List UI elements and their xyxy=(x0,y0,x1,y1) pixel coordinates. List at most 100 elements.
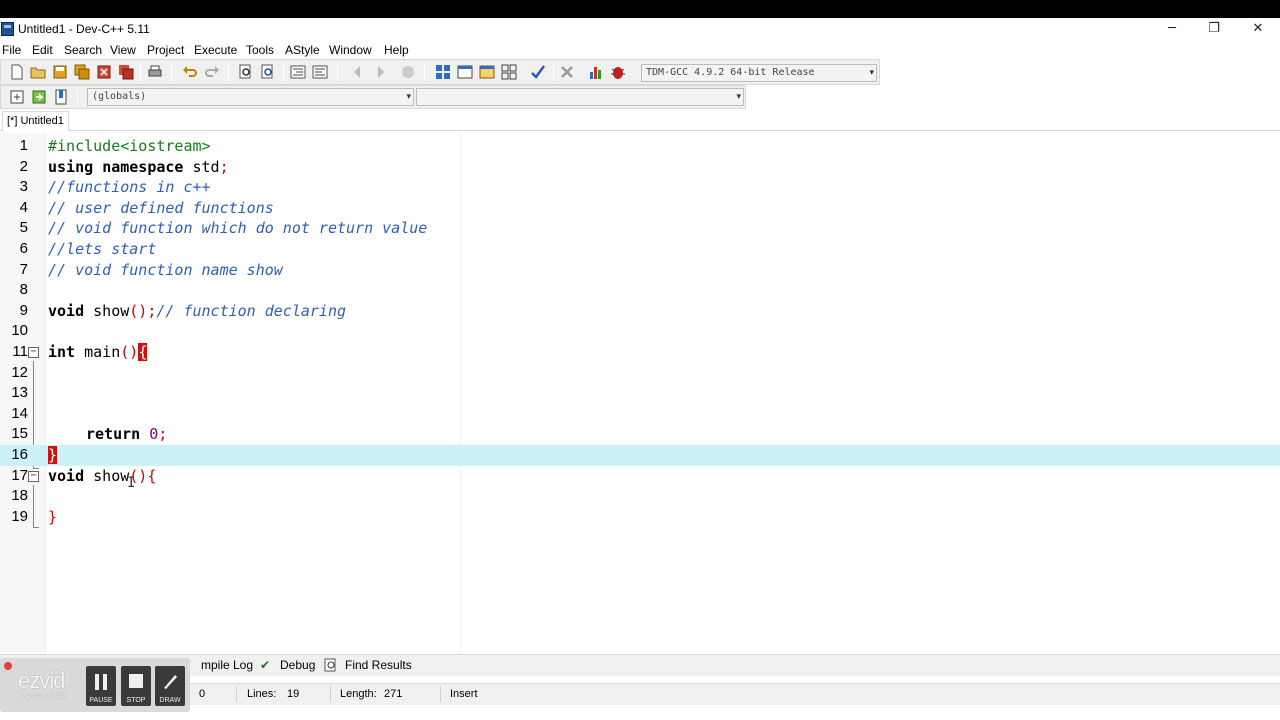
menu-edit[interactable]: Edit xyxy=(32,43,53,57)
chevron-down-icon: ▾ xyxy=(736,92,741,102)
goto-bookmark-icon[interactable] xyxy=(31,89,47,105)
code-line: 2 using namespace std; xyxy=(0,157,1280,178)
fold-collapse-icon[interactable]: − xyxy=(28,470,39,482)
scope-select[interactable]: (globals) ▾ xyxy=(87,88,414,106)
check-icon: ✔ xyxy=(259,658,271,672)
number-literal: 0 xyxy=(149,425,159,444)
debug-icon[interactable] xyxy=(610,64,626,80)
code-line: 10 xyxy=(0,321,1280,342)
identifier: show xyxy=(84,301,130,320)
indent-icon[interactable] xyxy=(290,64,306,80)
symbol: { xyxy=(147,466,157,485)
toolbar-separator xyxy=(337,64,338,81)
line-number: 5 xyxy=(19,219,28,237)
symbol: ; xyxy=(219,157,229,176)
menu-window[interactable]: Window xyxy=(329,43,372,57)
forward-icon[interactable] xyxy=(372,64,388,80)
matched-brace: } xyxy=(48,446,58,464)
goto-icon[interactable] xyxy=(400,64,416,80)
toggle-pane-icon[interactable] xyxy=(479,64,495,80)
code-line: 4 // user defined functions xyxy=(0,198,1280,219)
unindent-icon[interactable] xyxy=(312,64,328,80)
toolbar-separator xyxy=(283,64,284,81)
fold-collapse-icon[interactable]: − xyxy=(28,347,39,358)
close-button[interactable]: ✕ xyxy=(1236,18,1280,40)
grid-icon[interactable] xyxy=(501,64,517,80)
open-project-icon[interactable] xyxy=(30,64,46,80)
function-select[interactable]: ▾ xyxy=(416,88,744,106)
code-line: 15 return 0; xyxy=(0,424,1280,445)
menu-view[interactable]: View xyxy=(110,43,136,57)
tab-debug[interactable]: Debug xyxy=(280,658,315,672)
status-bar: 0 Lines: 19 Length: 271 Insert xyxy=(0,683,1280,705)
code-line: 3 //functions in c++ xyxy=(0,177,1280,198)
comment: //functions in c++ xyxy=(48,178,211,197)
mouse-ibeam-cursor: I xyxy=(127,475,136,491)
code-editor[interactable]: 1 #include<iostream> 2 using namespace s… xyxy=(0,133,1280,653)
find-icon[interactable] xyxy=(238,64,254,80)
symbol: () xyxy=(120,343,139,361)
tab-compile-log[interactable]: mpile Log xyxy=(201,658,253,672)
window-title: Untitled1 - Dev-C++ 5.11 xyxy=(18,22,150,36)
check-syntax-icon[interactable] xyxy=(530,64,546,80)
profile-icon[interactable] xyxy=(588,64,604,80)
save-all-icon[interactable] xyxy=(74,64,90,80)
toolbar-separator xyxy=(171,64,172,81)
recorder-draw-button[interactable]: DRAW xyxy=(155,666,185,706)
class-toolbar: (globals) ▾ ▾ xyxy=(0,85,746,109)
back-icon[interactable] xyxy=(350,64,366,80)
status-col: 0 xyxy=(199,688,206,700)
print-icon[interactable] xyxy=(147,64,163,80)
code-line: 19 } xyxy=(0,507,1280,528)
keyword: void xyxy=(48,466,85,485)
code-text: #include<iostream> xyxy=(48,137,211,155)
minimize-button[interactable]: ─ xyxy=(1150,18,1194,40)
menu-astyle[interactable]: AStyle xyxy=(285,43,320,57)
compiler-select[interactable]: TDM-GCC 4.9.2 64-bit Release ▾ xyxy=(641,64,877,82)
save-icon[interactable] xyxy=(52,64,68,80)
menu-tools[interactable]: Tools xyxy=(246,43,274,57)
stop-execution-icon[interactable] xyxy=(559,64,575,80)
draw-label: DRAW xyxy=(159,697,181,704)
app-icon xyxy=(1,22,14,36)
code-text: using namespace std; xyxy=(48,158,229,176)
menu-search[interactable]: Search xyxy=(64,43,102,57)
menu-project[interactable]: Project xyxy=(147,43,184,57)
editor-tab-strip: [*] Untitled1 xyxy=(0,109,1280,131)
recorder-pause-button[interactable]: PAUSE xyxy=(86,666,116,706)
code-line: 17 − void show(){ xyxy=(0,466,1280,487)
menu-bar: File Edit Search View Project Execute To… xyxy=(0,40,1280,59)
recorder-stop-button[interactable]: STOP xyxy=(121,666,151,706)
chevron-down-icon: ▾ xyxy=(869,68,874,78)
restore-button[interactable]: ❐ xyxy=(1192,18,1236,40)
tile-windows-icon[interactable] xyxy=(435,64,451,80)
toolbar-separator xyxy=(77,90,78,107)
menu-help[interactable]: Help xyxy=(384,43,409,57)
redo-icon[interactable] xyxy=(204,64,220,80)
menu-execute[interactable]: Execute xyxy=(194,43,237,57)
devcpp-window: Untitled1 - Dev-C++ 5.11 ─ ❐ ✕ File Edit… xyxy=(0,18,1280,720)
status-lines-label: Lines: xyxy=(247,688,277,700)
window-icon[interactable] xyxy=(457,64,473,80)
close-all-icon[interactable] xyxy=(118,64,134,80)
menu-file[interactable]: File xyxy=(2,43,21,57)
new-file-icon[interactable] xyxy=(9,64,25,80)
replace-icon[interactable] xyxy=(260,64,276,80)
insert-icon[interactable] xyxy=(9,89,25,105)
code-line: 8 xyxy=(0,280,1280,301)
symbol: ; xyxy=(158,425,168,444)
toolbar-separator xyxy=(553,64,554,81)
screen-top-band xyxy=(0,0,1280,18)
stop-icon xyxy=(129,674,143,688)
tab-find-results[interactable]: Find Results xyxy=(345,658,412,672)
close-file-icon[interactable] xyxy=(96,64,112,80)
keyword: return xyxy=(86,425,141,444)
undo-icon[interactable] xyxy=(182,64,198,80)
pause-label: PAUSE xyxy=(89,697,113,704)
toolbar-separator xyxy=(140,64,141,81)
status-divider xyxy=(236,686,237,702)
toggle-bookmark-icon[interactable] xyxy=(53,89,69,105)
tab-untitled1[interactable]: [*] Untitled1 xyxy=(2,111,69,131)
screen-recorder-overlay: ezvid RECORDER PAUSE STOP DRAW xyxy=(0,658,190,712)
identifier: std xyxy=(183,157,220,176)
